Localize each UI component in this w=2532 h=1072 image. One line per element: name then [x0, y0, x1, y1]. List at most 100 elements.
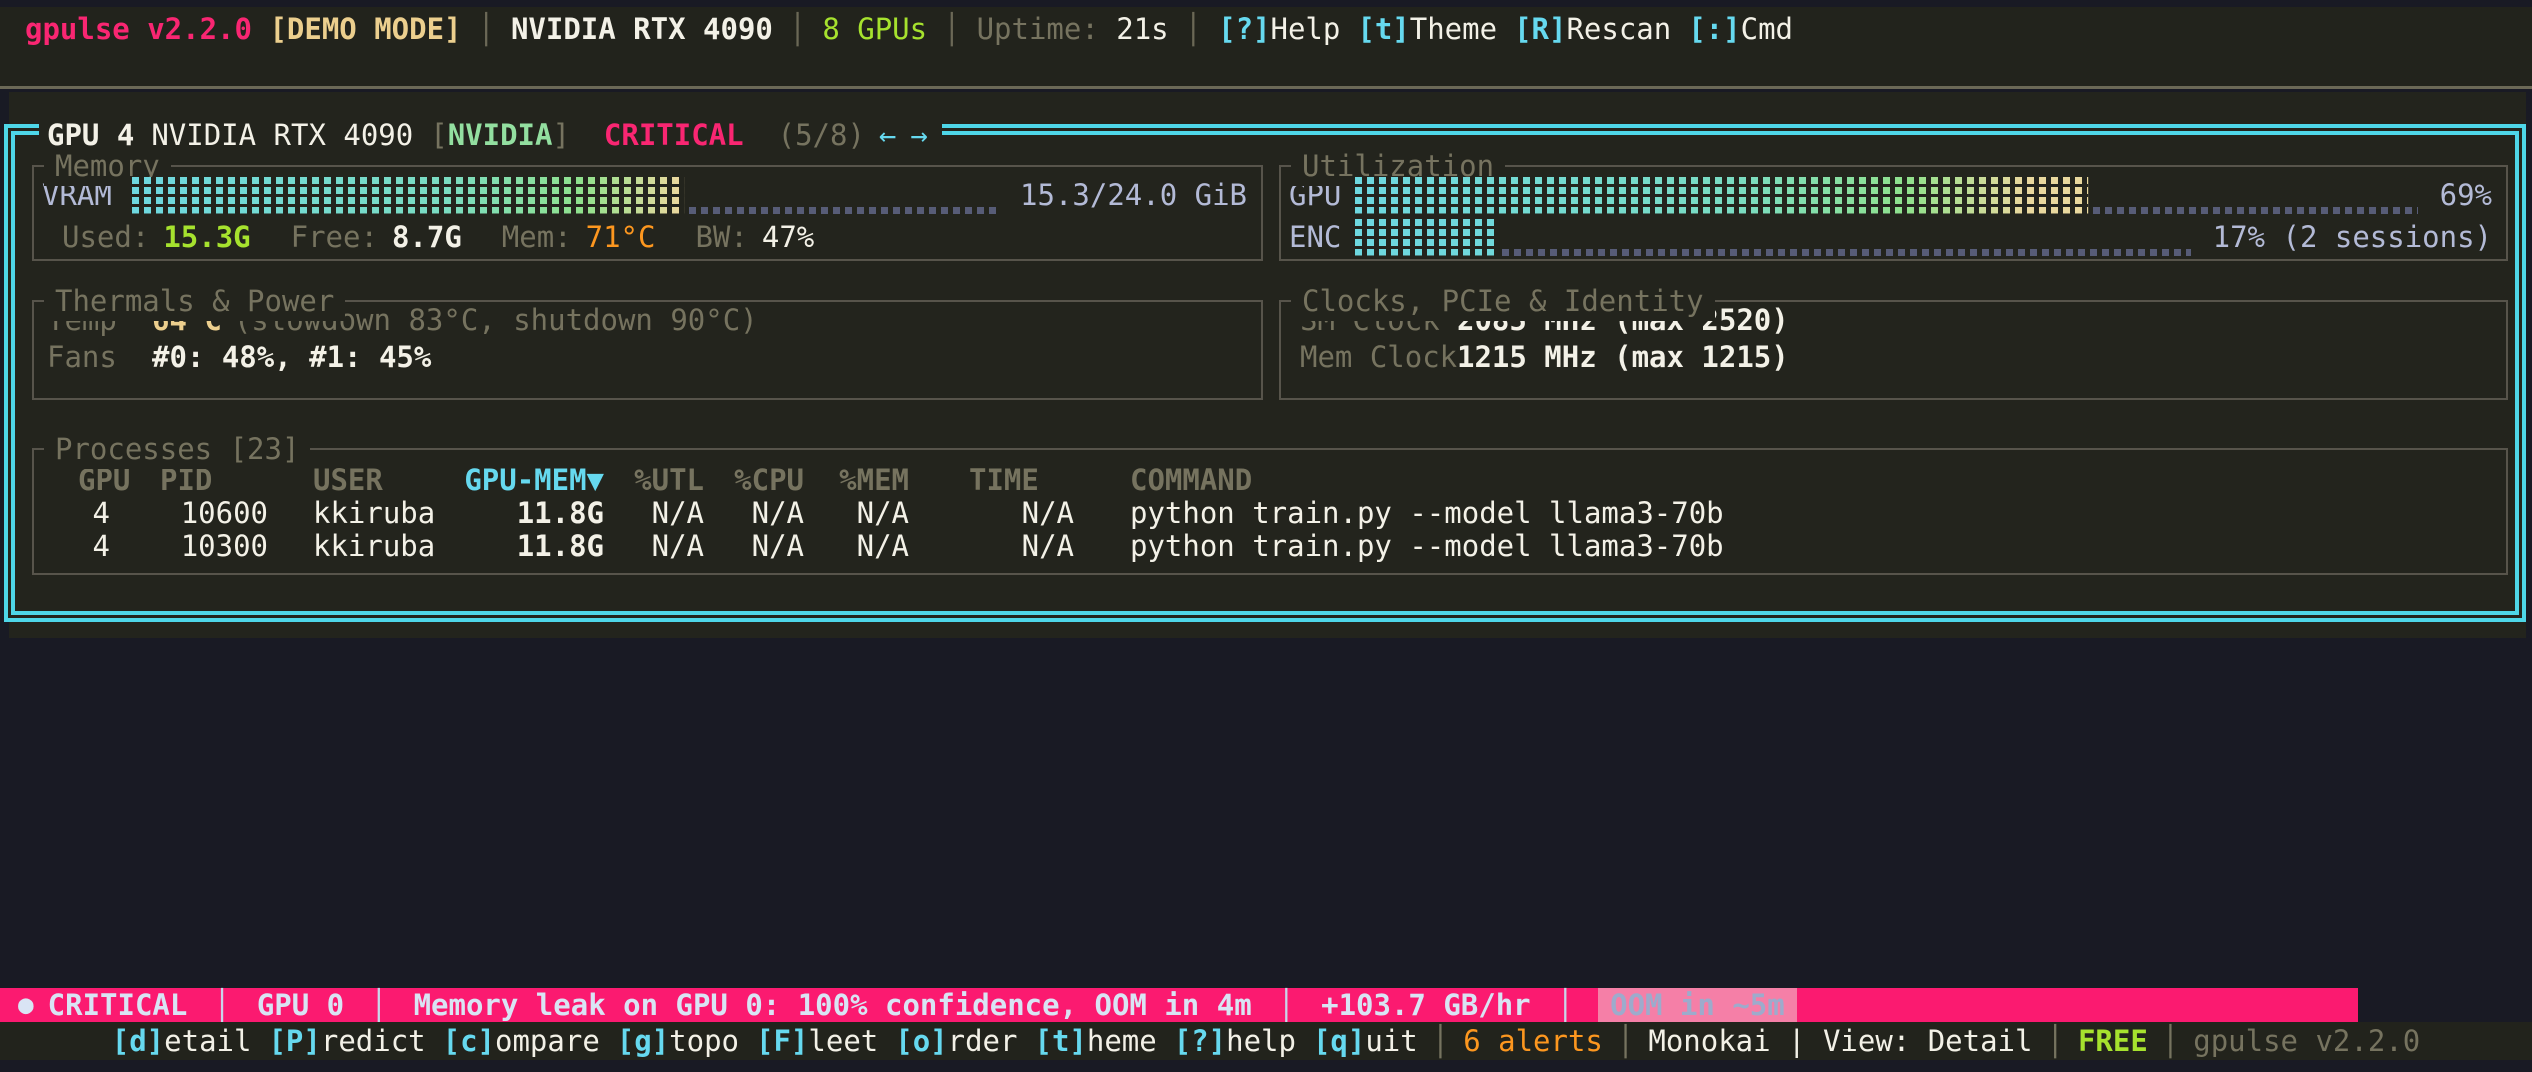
status-bar: [d]etail [P]redict [c]ompare [g]topo [F]…	[0, 1022, 2532, 1060]
status-badge: CRITICAL	[604, 113, 744, 157]
separator: │	[2046, 1024, 2063, 1058]
thermals-section: Thermals & Power Temp 64°C (slowdown 83°…	[32, 300, 1263, 400]
separator: │	[478, 9, 495, 49]
cell-mem: N/A	[804, 497, 909, 530]
separator: │	[370, 988, 387, 1022]
mem-clock-row: Mem Clock 1215 MHz (max 1215)	[1281, 339, 2506, 376]
topo-label: topo	[669, 1024, 739, 1058]
compare-shortcut[interactable]: [c]ompare	[443, 1024, 600, 1058]
cell-pid: 10600	[110, 497, 268, 530]
processes-section-title: Processes [23]	[44, 429, 310, 469]
app-title: gpulse v2.2.0	[25, 9, 252, 49]
help-shortcut[interactable]: [?]help	[1174, 1024, 1296, 1058]
alert-gpu: GPU 0	[257, 988, 344, 1022]
vendor-bracket-close: ]	[552, 113, 569, 157]
spacer	[1099, 9, 1116, 49]
help-shortcut[interactable]: [?]Help	[1218, 9, 1340, 49]
separator: │	[1557, 988, 1574, 1022]
cmd-key: [:]	[1688, 12, 1740, 46]
compare-label: ompare	[495, 1024, 600, 1058]
order-key: [o]	[895, 1024, 947, 1058]
separator: │	[2162, 1024, 2179, 1058]
app-version: gpulse v2.2.0	[2193, 1024, 2420, 1058]
vram-usage-bar	[132, 177, 998, 214]
cell-cpu: N/A	[704, 497, 804, 530]
theme-shortcut[interactable]: [t]Theme	[1357, 9, 1497, 49]
topo-key: [g]	[617, 1024, 669, 1058]
separator: │	[213, 988, 230, 1022]
vendor-bracket-open: [	[430, 113, 447, 157]
bw-value: 47%	[762, 220, 814, 254]
help-label: Help	[1271, 12, 1341, 46]
gpu-count: 8 GPUs	[822, 9, 927, 49]
separator: │	[1432, 1024, 1449, 1058]
theme-key: [t]	[1034, 1024, 1086, 1058]
cell-command: python train.py --model llama3-70b	[1074, 530, 2506, 563]
clocks-section-title: Clocks, PCIe & Identity	[1291, 281, 1715, 321]
col-header-cpu[interactable]: %CPU	[704, 464, 804, 497]
fleet-label: leet	[808, 1024, 878, 1058]
theme-key: [t]	[1357, 12, 1409, 46]
gpu-util-row: GPU 69%	[1281, 174, 2506, 216]
memory-section: Memory VRAM 15.3/24.0 GiB Used: 15.3G Fr…	[32, 165, 1263, 261]
next-gpu-arrow-icon[interactable]: →	[910, 113, 927, 157]
cell-user: kkiruba	[268, 497, 456, 530]
processes-section: Processes [23] GPU PID USER GPU-MEM▼ %UT…	[32, 448, 2508, 575]
spacer	[413, 113, 430, 157]
rescan-key: [R]	[1514, 12, 1566, 46]
gpu-util-bar	[1355, 177, 2418, 214]
cell-pid: 10300	[110, 530, 268, 563]
mem-temp-value: 71°C	[586, 220, 656, 254]
gpu-pager: (5/8)	[778, 113, 865, 157]
alerts-count[interactable]: 6 alerts	[1463, 1024, 1603, 1058]
mem-clock-value: 1215 MHz (max 1215)	[1457, 339, 1789, 376]
col-header-utl[interactable]: %UTL	[604, 464, 704, 497]
license-badge: FREE	[2078, 1024, 2148, 1058]
separator: │	[789, 9, 806, 49]
thermals-section-title: Thermals & Power	[44, 281, 345, 321]
order-shortcut[interactable]: [o]rder	[895, 1024, 1017, 1058]
theme-shortcut[interactable]: [t]heme	[1034, 1024, 1156, 1058]
quit-shortcut[interactable]: [q]uit	[1313, 1024, 1418, 1058]
col-header-mem[interactable]: %MEM	[804, 464, 909, 497]
oom-countdown-badge: OOM in ~5m	[1598, 988, 1797, 1022]
help-key: [?]	[1218, 12, 1270, 46]
predict-key: [P]	[268, 1024, 320, 1058]
detail-shortcut[interactable]: [d]etail	[112, 1024, 252, 1058]
critical-alert-bar[interactable]: ● CRITICAL │ GPU 0 │ Memory leak on GPU …	[0, 988, 2358, 1022]
uptime-value: 21s	[1116, 9, 1168, 49]
cell-gpu-mem: 11.8G	[456, 497, 604, 530]
vram-value: 15.3/24.0 GiB	[1020, 178, 1247, 212]
detail-label: etail	[164, 1024, 251, 1058]
spacer	[587, 113, 604, 157]
theme-label: Theme	[1410, 12, 1497, 46]
cell-gpu: 4	[48, 530, 110, 563]
fans-row: Fans #0: 48%, #1: 45%	[34, 339, 1261, 376]
rescan-shortcut[interactable]: [R]Rescan	[1514, 9, 1671, 49]
spacer	[744, 113, 761, 157]
vram-bar-row: VRAM 15.3/24.0 GiB	[34, 174, 1261, 216]
col-header-time[interactable]: TIME	[909, 464, 1074, 497]
order-label: rder	[948, 1024, 1018, 1058]
spacer	[761, 113, 778, 157]
fans-value: #0: 48%, #1: 45%	[152, 339, 431, 376]
alert-rate: +103.7 GB/hr	[1321, 988, 1531, 1022]
topo-shortcut[interactable]: [g]topo	[617, 1024, 739, 1058]
process-row[interactable]: 4 10600 kkiruba 11.8G N/A N/A N/A N/A py…	[34, 497, 2506, 530]
quit-key: [q]	[1313, 1024, 1365, 1058]
cell-mem: N/A	[804, 530, 909, 563]
clocks-section: Clocks, PCIe & Identity SM Clock 2085 MH…	[1279, 300, 2508, 400]
col-header-gpu-mem-sorted[interactable]: GPU-MEM▼	[456, 464, 604, 497]
cell-gpu: 4	[48, 497, 110, 530]
enc-util-bar-unfilled	[1502, 249, 2191, 256]
prev-gpu-arrow-icon[interactable]: ←	[879, 113, 896, 157]
col-header-command[interactable]: COMMAND	[1074, 464, 2506, 497]
device-name: NVIDIA RTX 4090	[511, 9, 773, 49]
predict-shortcut[interactable]: [P]redict	[268, 1024, 425, 1058]
process-row[interactable]: 4 10300 kkiruba 11.8G N/A N/A N/A N/A py…	[34, 530, 2506, 563]
fleet-shortcut[interactable]: [F]leet	[756, 1024, 878, 1058]
alert-bullet-icon: ●	[18, 990, 34, 1020]
compare-key: [c]	[443, 1024, 495, 1058]
quit-label: uit	[1365, 1024, 1417, 1058]
cmd-shortcut[interactable]: [:]Cmd	[1688, 9, 1793, 49]
